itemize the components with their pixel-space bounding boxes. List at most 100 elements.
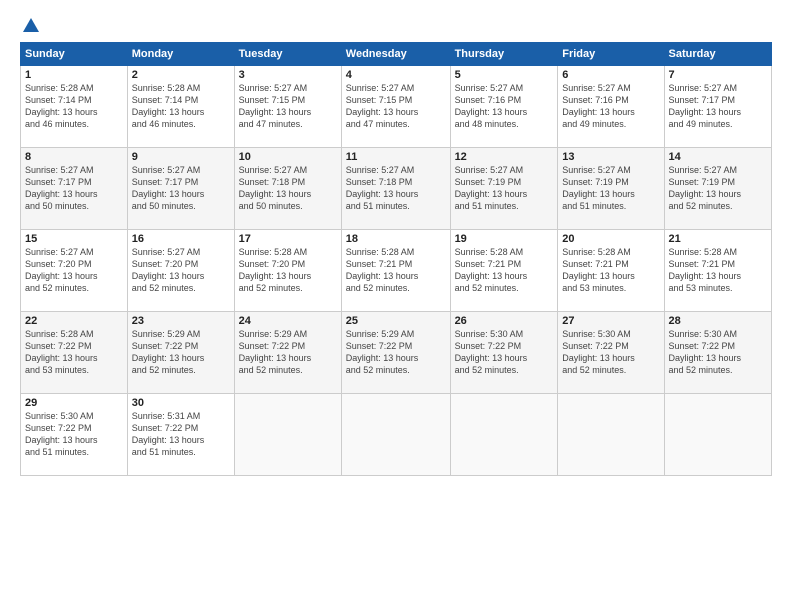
calendar-cell: 9Sunrise: 5:27 AM Sunset: 7:17 PM Daylig… — [127, 148, 234, 230]
day-detail: Sunrise: 5:28 AM Sunset: 7:21 PM Dayligh… — [346, 246, 446, 295]
calendar-cell — [558, 394, 664, 476]
day-number: 30 — [132, 397, 230, 409]
day-detail: Sunrise: 5:28 AM Sunset: 7:22 PM Dayligh… — [25, 328, 123, 377]
calendar-cell: 24Sunrise: 5:29 AM Sunset: 7:22 PM Dayli… — [234, 312, 341, 394]
day-detail: Sunrise: 5:27 AM Sunset: 7:20 PM Dayligh… — [25, 246, 123, 295]
day-detail: Sunrise: 5:28 AM Sunset: 7:14 PM Dayligh… — [132, 82, 230, 131]
calendar-cell: 12Sunrise: 5:27 AM Sunset: 7:19 PM Dayli… — [450, 148, 558, 230]
day-detail: Sunrise: 5:27 AM Sunset: 7:18 PM Dayligh… — [346, 164, 446, 213]
calendar-cell: 21Sunrise: 5:28 AM Sunset: 7:21 PM Dayli… — [664, 230, 771, 312]
col-header-tuesday: Tuesday — [234, 43, 341, 66]
day-number: 29 — [25, 397, 123, 409]
calendar-cell: 26Sunrise: 5:30 AM Sunset: 7:22 PM Dayli… — [450, 312, 558, 394]
calendar-cell: 28Sunrise: 5:30 AM Sunset: 7:22 PM Dayli… — [664, 312, 771, 394]
calendar-cell: 1Sunrise: 5:28 AM Sunset: 7:14 PM Daylig… — [21, 66, 128, 148]
day-number: 2 — [132, 69, 230, 81]
calendar-cell: 17Sunrise: 5:28 AM Sunset: 7:20 PM Dayli… — [234, 230, 341, 312]
day-number: 15 — [25, 233, 123, 245]
day-detail: Sunrise: 5:30 AM Sunset: 7:22 PM Dayligh… — [455, 328, 554, 377]
calendar-cell: 8Sunrise: 5:27 AM Sunset: 7:17 PM Daylig… — [21, 148, 128, 230]
col-header-monday: Monday — [127, 43, 234, 66]
calendar-cell: 29Sunrise: 5:30 AM Sunset: 7:22 PM Dayli… — [21, 394, 128, 476]
day-number: 1 — [25, 69, 123, 81]
day-number: 26 — [455, 315, 554, 327]
day-number: 6 — [562, 69, 659, 81]
day-detail: Sunrise: 5:29 AM Sunset: 7:22 PM Dayligh… — [132, 328, 230, 377]
day-number: 23 — [132, 315, 230, 327]
day-number: 5 — [455, 69, 554, 81]
day-number: 11 — [346, 151, 446, 163]
day-number: 9 — [132, 151, 230, 163]
day-detail: Sunrise: 5:28 AM Sunset: 7:14 PM Dayligh… — [25, 82, 123, 131]
col-header-wednesday: Wednesday — [341, 43, 450, 66]
calendar-cell — [234, 394, 341, 476]
day-detail: Sunrise: 5:30 AM Sunset: 7:22 PM Dayligh… — [562, 328, 659, 377]
day-number: 14 — [669, 151, 767, 163]
calendar-cell — [341, 394, 450, 476]
day-detail: Sunrise: 5:30 AM Sunset: 7:22 PM Dayligh… — [25, 410, 123, 459]
day-number: 16 — [132, 233, 230, 245]
calendar-cell: 4Sunrise: 5:27 AM Sunset: 7:15 PM Daylig… — [341, 66, 450, 148]
calendar-cell — [450, 394, 558, 476]
day-detail: Sunrise: 5:27 AM Sunset: 7:20 PM Dayligh… — [132, 246, 230, 295]
day-number: 25 — [346, 315, 446, 327]
day-number: 8 — [25, 151, 123, 163]
day-detail: Sunrise: 5:27 AM Sunset: 7:16 PM Dayligh… — [455, 82, 554, 131]
calendar-cell: 25Sunrise: 5:29 AM Sunset: 7:22 PM Dayli… — [341, 312, 450, 394]
calendar-cell: 13Sunrise: 5:27 AM Sunset: 7:19 PM Dayli… — [558, 148, 664, 230]
calendar-cell: 2Sunrise: 5:28 AM Sunset: 7:14 PM Daylig… — [127, 66, 234, 148]
day-detail: Sunrise: 5:30 AM Sunset: 7:22 PM Dayligh… — [669, 328, 767, 377]
day-detail: Sunrise: 5:28 AM Sunset: 7:20 PM Dayligh… — [239, 246, 337, 295]
page: SundayMondayTuesdayWednesdayThursdayFrid… — [0, 0, 792, 486]
calendar-cell: 6Sunrise: 5:27 AM Sunset: 7:16 PM Daylig… — [558, 66, 664, 148]
calendar-cell: 27Sunrise: 5:30 AM Sunset: 7:22 PM Dayli… — [558, 312, 664, 394]
day-number: 10 — [239, 151, 337, 163]
day-detail: Sunrise: 5:27 AM Sunset: 7:19 PM Dayligh… — [562, 164, 659, 213]
calendar-cell: 19Sunrise: 5:28 AM Sunset: 7:21 PM Dayli… — [450, 230, 558, 312]
day-detail: Sunrise: 5:27 AM Sunset: 7:17 PM Dayligh… — [669, 82, 767, 131]
header-row: SundayMondayTuesdayWednesdayThursdayFrid… — [21, 43, 772, 66]
col-header-saturday: Saturday — [664, 43, 771, 66]
logo — [20, 18, 40, 30]
header — [20, 18, 772, 30]
day-number: 3 — [239, 69, 337, 81]
day-number: 22 — [25, 315, 123, 327]
day-detail: Sunrise: 5:27 AM Sunset: 7:15 PM Dayligh… — [239, 82, 337, 131]
day-number: 27 — [562, 315, 659, 327]
calendar-cell: 22Sunrise: 5:28 AM Sunset: 7:22 PM Dayli… — [21, 312, 128, 394]
calendar-cell: 23Sunrise: 5:29 AM Sunset: 7:22 PM Dayli… — [127, 312, 234, 394]
day-number: 4 — [346, 69, 446, 81]
col-header-friday: Friday — [558, 43, 664, 66]
calendar-cell: 15Sunrise: 5:27 AM Sunset: 7:20 PM Dayli… — [21, 230, 128, 312]
calendar-cell: 30Sunrise: 5:31 AM Sunset: 7:22 PM Dayli… — [127, 394, 234, 476]
calendar-row-3: 22Sunrise: 5:28 AM Sunset: 7:22 PM Dayli… — [21, 312, 772, 394]
logo-icon — [22, 16, 40, 34]
day-detail: Sunrise: 5:27 AM Sunset: 7:17 PM Dayligh… — [25, 164, 123, 213]
col-header-thursday: Thursday — [450, 43, 558, 66]
calendar-cell: 3Sunrise: 5:27 AM Sunset: 7:15 PM Daylig… — [234, 66, 341, 148]
calendar-cell: 18Sunrise: 5:28 AM Sunset: 7:21 PM Dayli… — [341, 230, 450, 312]
day-number: 17 — [239, 233, 337, 245]
day-detail: Sunrise: 5:28 AM Sunset: 7:21 PM Dayligh… — [562, 246, 659, 295]
calendar-cell: 14Sunrise: 5:27 AM Sunset: 7:19 PM Dayli… — [664, 148, 771, 230]
calendar-cell — [664, 394, 771, 476]
calendar-table: SundayMondayTuesdayWednesdayThursdayFrid… — [20, 42, 772, 476]
calendar-row-0: 1Sunrise: 5:28 AM Sunset: 7:14 PM Daylig… — [21, 66, 772, 148]
day-detail: Sunrise: 5:27 AM Sunset: 7:19 PM Dayligh… — [669, 164, 767, 213]
day-detail: Sunrise: 5:27 AM Sunset: 7:17 PM Dayligh… — [132, 164, 230, 213]
calendar-cell: 7Sunrise: 5:27 AM Sunset: 7:17 PM Daylig… — [664, 66, 771, 148]
day-number: 7 — [669, 69, 767, 81]
day-detail: Sunrise: 5:29 AM Sunset: 7:22 PM Dayligh… — [239, 328, 337, 377]
calendar-row-1: 8Sunrise: 5:27 AM Sunset: 7:17 PM Daylig… — [21, 148, 772, 230]
calendar-cell: 20Sunrise: 5:28 AM Sunset: 7:21 PM Dayli… — [558, 230, 664, 312]
day-detail: Sunrise: 5:27 AM Sunset: 7:16 PM Dayligh… — [562, 82, 659, 131]
day-number: 20 — [562, 233, 659, 245]
day-number: 19 — [455, 233, 554, 245]
day-detail: Sunrise: 5:27 AM Sunset: 7:19 PM Dayligh… — [455, 164, 554, 213]
calendar-cell: 16Sunrise: 5:27 AM Sunset: 7:20 PM Dayli… — [127, 230, 234, 312]
col-header-sunday: Sunday — [21, 43, 128, 66]
day-detail: Sunrise: 5:28 AM Sunset: 7:21 PM Dayligh… — [669, 246, 767, 295]
day-detail: Sunrise: 5:27 AM Sunset: 7:15 PM Dayligh… — [346, 82, 446, 131]
calendar-row-4: 29Sunrise: 5:30 AM Sunset: 7:22 PM Dayli… — [21, 394, 772, 476]
calendar-cell: 11Sunrise: 5:27 AM Sunset: 7:18 PM Dayli… — [341, 148, 450, 230]
